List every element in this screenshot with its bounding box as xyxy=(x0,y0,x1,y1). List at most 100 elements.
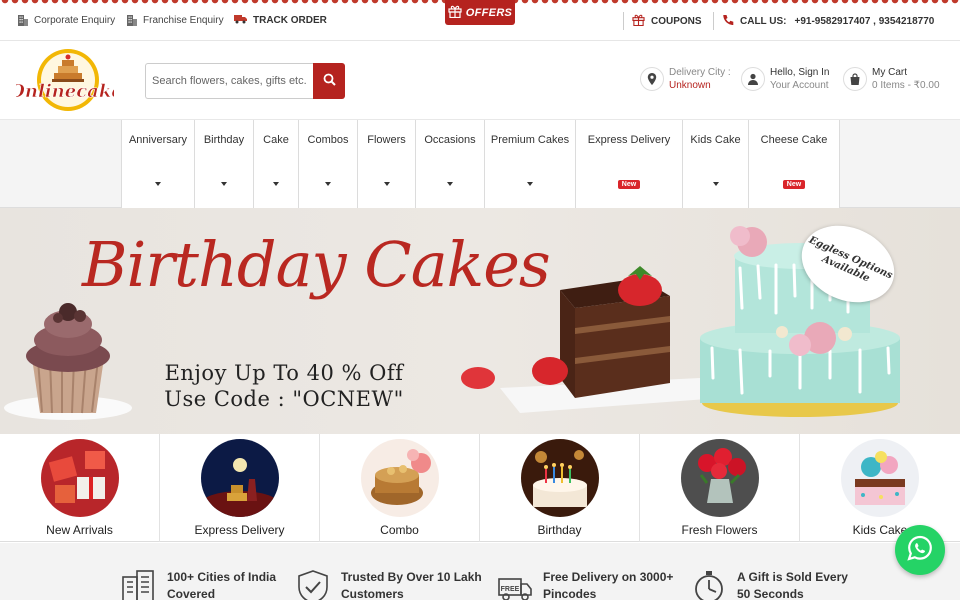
stopwatch-icon xyxy=(691,569,727,600)
category-strip: New Arrivals Express Delivery Combo Birt… xyxy=(0,434,960,542)
hero-banner[interactable]: Birthday Cakes Enjoy Up To 40 % Off Use … xyxy=(0,208,960,434)
main-nav: Anniversary Birthday Cake Combos Flowers… xyxy=(0,120,960,208)
caret-down-icon xyxy=(383,182,390,186)
category-label: Express Delivery xyxy=(194,523,285,537)
nav-item-cake[interactable]: Cake xyxy=(253,120,298,208)
nav-label: Express Delivery xyxy=(587,134,671,146)
top-bar: Corporate Enquiry Franchise Enquiry TRAC… xyxy=(0,0,960,41)
site-logo[interactable]: Onlinecake xyxy=(9,47,123,113)
nav-item-premium-cakes[interactable]: Premium Cakes xyxy=(484,120,575,208)
city-buildings-icon xyxy=(121,569,157,600)
nav-label: Cheese Cake xyxy=(760,134,828,146)
phone-icon xyxy=(722,14,734,29)
free-delivery-truck-icon: FREE xyxy=(497,569,533,600)
nav-label: Combos xyxy=(307,134,349,146)
feature-trusted: Trusted By Over 10 Lakh Customers xyxy=(295,569,482,600)
phone-numbers[interactable]: +91-9582917407 , 9354218770 xyxy=(794,16,934,27)
new-badge: New xyxy=(617,180,641,189)
category-kids-cake[interactable]: Kids Cake xyxy=(800,434,960,542)
nav-item-flowers[interactable]: Flowers xyxy=(357,120,415,208)
nav-item-express-delivery[interactable]: Express Delivery New xyxy=(575,120,682,208)
franchise-enquiry-link[interactable]: Franchise Enquiry xyxy=(126,14,224,26)
feature-line2: 50 Seconds xyxy=(737,587,804,600)
nav-item-birthday[interactable]: Birthday xyxy=(194,120,253,208)
gift-icon xyxy=(448,5,462,21)
search-icon xyxy=(323,73,336,89)
location-pin-icon xyxy=(640,67,664,91)
feature-line2: Pincodes xyxy=(543,587,597,600)
category-new-arrivals[interactable]: New Arrivals xyxy=(0,434,160,542)
nav-label: Cake xyxy=(263,134,289,146)
feature-line1: Free Delivery on 3000+ xyxy=(543,570,674,584)
category-label: Birthday xyxy=(537,523,582,537)
cart-button[interactable]: My Cart 0 Items - ₹0.00 xyxy=(843,66,940,92)
nav-item-anniversary[interactable]: Anniversary xyxy=(121,120,194,208)
delivery-truck-icon xyxy=(234,14,247,27)
banner-offer-code: Use Code : "OCNEW" xyxy=(164,387,404,411)
nav-item-occasions[interactable]: Occasions xyxy=(415,120,484,208)
account-menu[interactable]: Hello, Sign In Your Account xyxy=(741,66,829,92)
whatsapp-chat-button[interactable] xyxy=(895,525,945,575)
category-fresh-flowers[interactable]: Fresh Flowers xyxy=(640,434,800,542)
delivery-city-selector[interactable]: Delivery City : Unknown xyxy=(640,66,731,92)
franchise-enquiry-label: Franchise Enquiry xyxy=(143,14,224,26)
feature-line2: Customers xyxy=(341,587,404,600)
nav-item-kids-cake[interactable]: Kids Cake xyxy=(682,120,748,208)
track-order-link[interactable]: TRACK ORDER xyxy=(234,14,327,27)
banner-title: Birthday Cakes xyxy=(82,228,551,301)
header: Onlinecake Delivery City : Unknown Hello… xyxy=(0,41,960,120)
features-strip: 100+ Cities of India Covered Trusted By … xyxy=(0,543,960,600)
building-icon xyxy=(17,14,28,26)
coupons-link[interactable]: COUPONS xyxy=(632,14,702,29)
corporate-enquiry-link[interactable]: Corporate Enquiry xyxy=(17,14,115,26)
search-button[interactable] xyxy=(313,63,345,99)
caret-down-icon xyxy=(527,182,533,186)
nav-label: Flowers xyxy=(367,134,406,146)
shopping-bag-icon xyxy=(843,67,867,91)
category-combo[interactable]: Combo xyxy=(320,434,480,542)
delivery-city-value: Unknown xyxy=(669,80,711,91)
caret-down-icon xyxy=(712,182,719,186)
corporate-enquiry-label: Corporate Enquiry xyxy=(34,14,116,26)
cart-title: My Cart xyxy=(872,67,907,78)
category-label: Combo xyxy=(380,523,419,537)
feature-gift-sold: A Gift is Sold Every 50 Seconds xyxy=(691,569,848,600)
category-express-delivery[interactable]: Express Delivery xyxy=(160,434,320,542)
user-icon xyxy=(741,67,765,91)
logo-text: Onlinecake xyxy=(16,81,114,102)
category-label: Fresh Flowers xyxy=(681,523,758,537)
nav-item-cheese-cake[interactable]: Cheese Cake New xyxy=(748,120,840,208)
caret-down-icon xyxy=(273,182,279,186)
search-bar xyxy=(145,63,345,99)
birthday-candle-cake-image xyxy=(520,439,599,517)
call-us-label: CALL US: xyxy=(740,16,787,27)
account-subtext: Your Account xyxy=(770,80,829,91)
banner-offer-line1: Enjoy Up To 40 % Off xyxy=(164,361,404,385)
kids-cake-image xyxy=(841,439,919,517)
offers-button[interactable]: OFFERS xyxy=(445,0,515,25)
caret-down-icon xyxy=(325,182,331,186)
category-birthday[interactable]: Birthday xyxy=(480,434,640,542)
nav-label: Birthday xyxy=(203,134,245,146)
caret-down-icon xyxy=(155,182,161,186)
offers-label: OFFERS xyxy=(465,6,513,19)
track-order-label: TRACK ORDER xyxy=(253,15,327,26)
gift-icon xyxy=(632,14,645,29)
feature-free-delivery: FREE Free Delivery on 3000+ Pincodes xyxy=(497,569,673,600)
new-badge: New xyxy=(782,180,806,189)
feature-line1: A Gift is Sold Every xyxy=(737,570,848,584)
search-input[interactable] xyxy=(145,63,313,99)
nav-label: Anniversary xyxy=(128,134,188,146)
night-delivery-image xyxy=(200,439,279,517)
nav-label: Occasions xyxy=(424,134,476,146)
nav-item-combos[interactable]: Combos xyxy=(298,120,357,208)
category-label: New Arrivals xyxy=(46,523,113,537)
shield-check-icon xyxy=(295,569,331,600)
divider xyxy=(713,12,714,30)
building-icon xyxy=(126,14,137,26)
caret-down-icon xyxy=(447,182,453,186)
feature-cities: 100+ Cities of India Covered xyxy=(121,569,276,600)
whatsapp-icon xyxy=(906,534,934,567)
svg-text:FREE: FREE xyxy=(501,586,520,593)
nav-label: Kids Cake xyxy=(690,134,741,146)
